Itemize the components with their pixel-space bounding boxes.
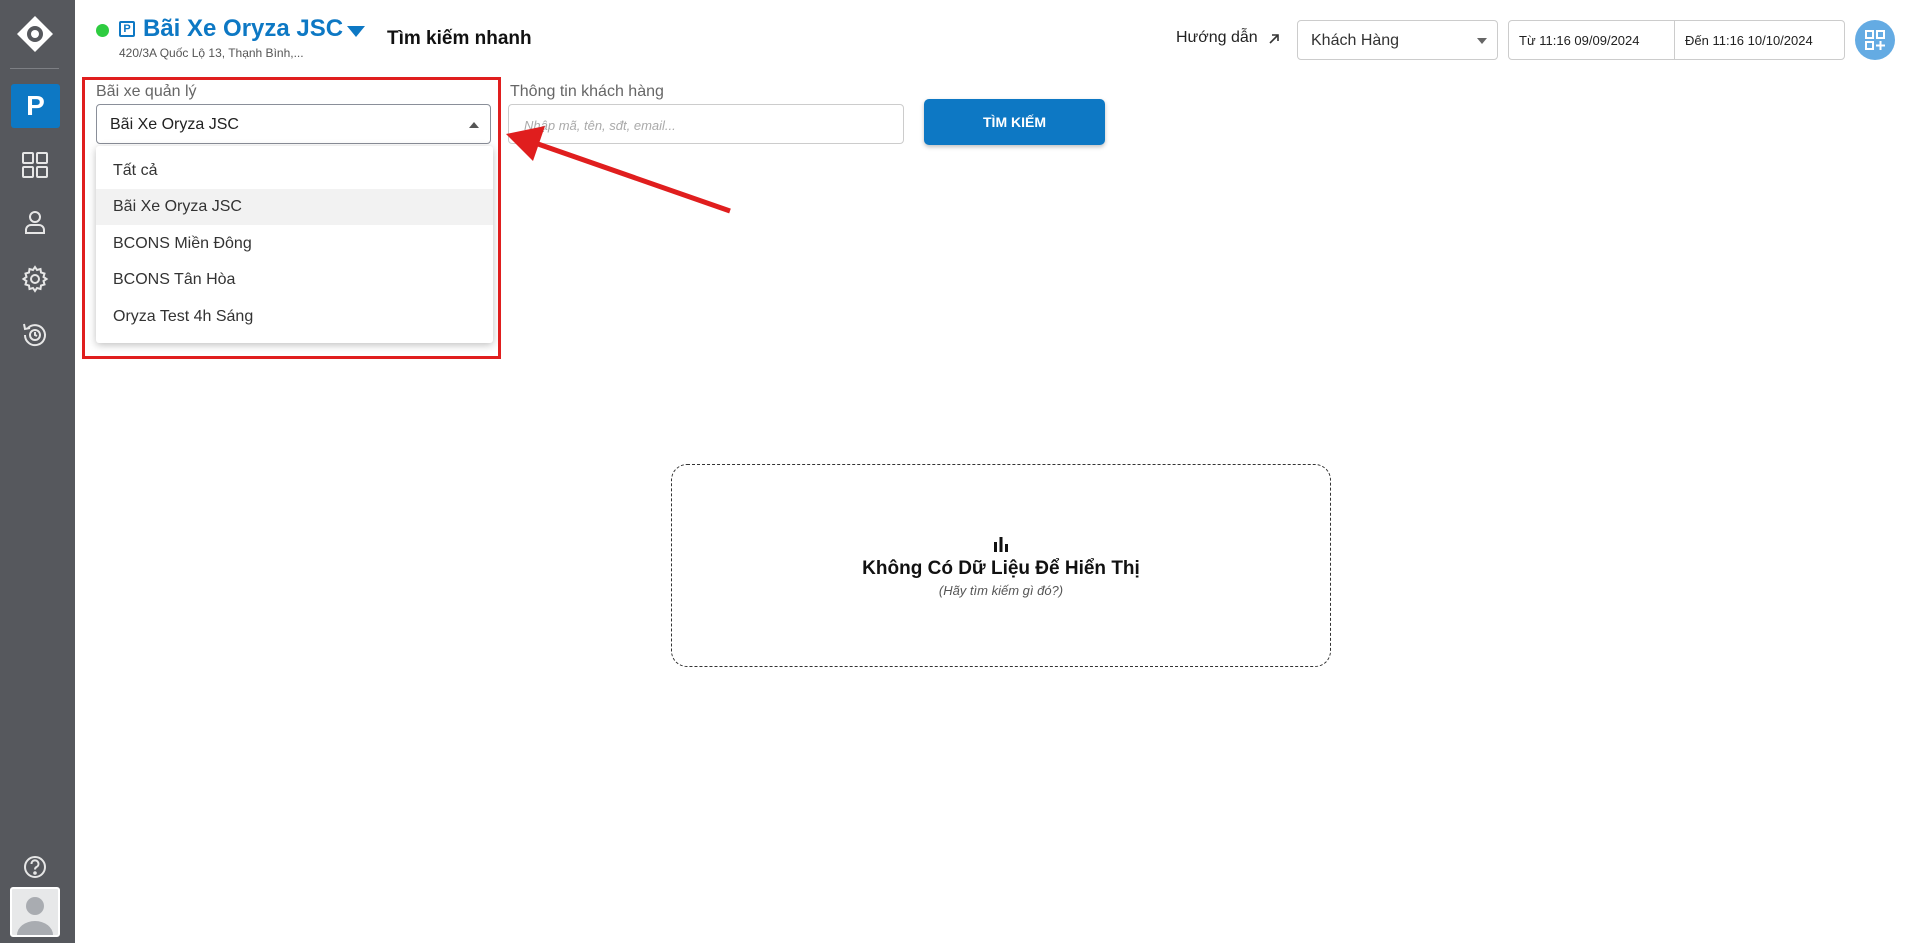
parking-lot-title[interactable]: Bãi Xe Oryza JSC (143, 15, 343, 43)
empty-state-panel: Không Có Dữ Liệu Để Hiển Thị (Hãy tìm ki… (671, 464, 1331, 667)
empty-state-subtitle: (Hãy tìm kiếm gì đó?) (938, 583, 1064, 598)
empty-state-title: Không Có Dữ Liệu Để Hiển Thị (862, 558, 1140, 579)
bar-chart-icon (994, 537, 1008, 552)
status-online-dot (96, 24, 109, 37)
search-button[interactable]: TÌM KIẾM (924, 99, 1105, 145)
page-title: Tìm kiếm nhanh (387, 28, 532, 49)
customer-type-value: Khách Hàng (1311, 32, 1400, 49)
avatar-icon (17, 897, 53, 935)
user-icon[interactable] (20, 207, 50, 237)
date-from[interactable]: Từ 11:16 09/09/2024 (1519, 33, 1640, 48)
history-icon[interactable] (20, 320, 50, 350)
date-range-picker[interactable]: Từ 11:16 09/09/2024 Đến 11:16 10/10/2024 (1508, 20, 1845, 60)
annotation-highlight-box (82, 77, 501, 359)
customer-type-select[interactable]: Khách Hàng (1297, 20, 1498, 60)
app-logo-icon[interactable] (15, 14, 55, 54)
user-avatar[interactable] (10, 887, 60, 937)
date-to[interactable]: Đến 11:16 10/10/2024 (1685, 33, 1813, 48)
external-link-arrow-icon[interactable] (1266, 31, 1282, 47)
customer-info-placeholder: Nhập mã, tên, sđt, email... (524, 118, 676, 133)
lot-switcher-chevron-down-icon[interactable] (347, 26, 365, 37)
parking-lot-icon: P (119, 21, 135, 37)
parking-lot-address: 420/3A Quốc Lộ 13, Thạnh Bình,... (119, 46, 304, 60)
dashboard-grid-icon[interactable] (20, 150, 50, 180)
customer-info-label: Thông tin khách hàng (510, 83, 664, 100)
add-widget-button[interactable] (1855, 20, 1895, 60)
help-icon[interactable] (20, 852, 50, 882)
sidebar-divider (10, 68, 59, 69)
customer-info-input[interactable]: Nhập mã, tên, sđt, email... (508, 104, 904, 144)
settings-gear-icon[interactable] (20, 264, 50, 294)
sidebar: P (0, 0, 75, 943)
parking-icon: P (26, 90, 45, 121)
guide-link[interactable]: Hướng dẫn (1176, 29, 1258, 47)
date-divider (1674, 21, 1675, 59)
sidebar-item-parking[interactable]: P (11, 84, 60, 128)
grid-plus-icon (1865, 30, 1885, 50)
chevron-down-icon (1477, 38, 1487, 44)
